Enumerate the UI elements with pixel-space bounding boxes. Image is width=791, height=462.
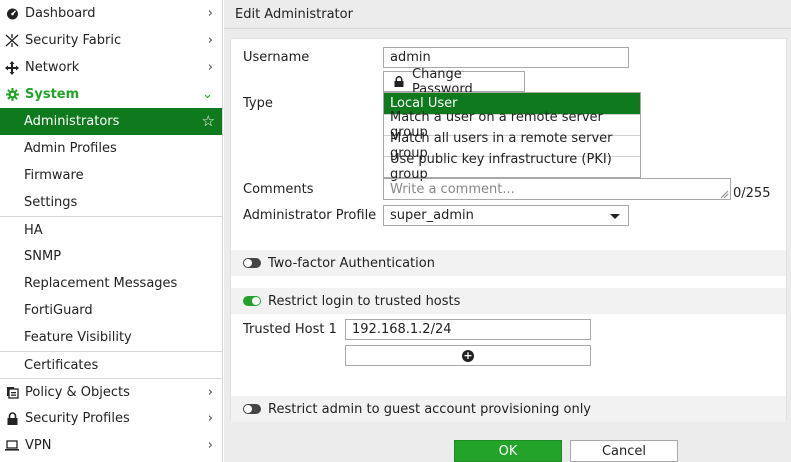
sidebar-item-label: HA	[24, 222, 43, 238]
chevron-right-icon: ›	[207, 6, 213, 21]
chevron-right-icon: ›	[207, 33, 213, 48]
network-icon	[5, 60, 19, 75]
sidebar-item-label: Security Fabric	[25, 33, 122, 48]
username-label: Username	[243, 50, 310, 65]
sidebar-item-admin-profiles[interactable]: Admin Profiles	[0, 135, 222, 162]
change-password-button[interactable]: Change Password	[383, 67, 525, 97]
resize-handle-icon[interactable]	[719, 188, 729, 199]
sidebar-item-network[interactable]: Network ›	[0, 54, 222, 81]
sidebar-item-label: VPN	[25, 438, 52, 453]
restrict-guest-toggle[interactable]	[243, 404, 261, 414]
sidebar-item-security-profiles[interactable]: Security Profiles ›	[0, 405, 222, 432]
username-input[interactable]: admin	[383, 47, 629, 68]
sidebar-item-label: Settings	[24, 195, 78, 210]
trusted-host-label: Trusted Host 1	[243, 322, 337, 337]
sidebar-item-policy-objects[interactable]: Policy & Objects ›	[0, 378, 222, 405]
admin-profile-label: Administrator Profile	[243, 208, 377, 223]
two-factor-toggle[interactable]	[243, 258, 261, 268]
sidebar-item-label: Replacement Messages	[24, 276, 178, 291]
chevron-right-icon: ›	[207, 385, 213, 400]
sidebar-item-fortiguard[interactable]: FortiGuard	[0, 297, 222, 324]
add-trusted-host-button[interactable]: +	[345, 345, 591, 366]
admin-profile-value: super_admin	[390, 208, 474, 223]
sidebar-item-label: Firmware	[24, 168, 84, 183]
lock-icon	[394, 76, 404, 87]
sidebar-item-label: Security Profiles	[25, 411, 130, 426]
comments-placeholder: Write a comment...	[390, 181, 515, 197]
main-content: Edit Administrator Username admin Change…	[224, 0, 791, 462]
restrict-login-section: Restrict login to trusted hosts	[231, 288, 786, 314]
sidebar-item-label: Certificates	[24, 357, 99, 373]
two-factor-label: Two-factor Authentication	[268, 255, 435, 271]
restrict-login-label: Restrict login to trusted hosts	[268, 293, 461, 309]
sidebar-item-settings[interactable]: Settings	[0, 189, 222, 216]
laptop-icon	[5, 439, 19, 452]
chevron-right-icon: ›	[207, 411, 213, 426]
two-factor-section: Two-factor Authentication	[231, 250, 786, 276]
edit-admin-form: Username admin Change Password Type Loca…	[230, 38, 787, 422]
restrict-guest-label: Restrict admin to guest account provisio…	[268, 401, 591, 417]
sidebar-item-snmp[interactable]: SNMP	[0, 243, 222, 270]
sidebar-item-replacement-messages[interactable]: Replacement Messages	[0, 270, 222, 297]
ok-button[interactable]: OK	[454, 440, 562, 462]
sidebar-item-vpn[interactable]: VPN ›	[0, 432, 222, 459]
sidebar-item-ha[interactable]: HA	[0, 216, 222, 243]
dashboard-icon	[5, 7, 19, 20]
admin-profile-select[interactable]: super_admin	[383, 205, 629, 226]
sidebar-item-dashboard[interactable]: Dashboard ›	[0, 0, 222, 27]
sidebar-item-feature-visibility[interactable]: Feature Visibility	[0, 324, 222, 351]
type-label: Type	[243, 96, 273, 111]
sidebar-item-label: SNMP	[24, 249, 62, 264]
restrict-login-toggle[interactable]	[243, 296, 261, 306]
comments-textarea[interactable]: Write a comment...	[383, 178, 731, 200]
sidebar-item-label: System	[25, 87, 80, 102]
sidebar-item-label: Feature Visibility	[24, 330, 132, 345]
page-title: Edit Administrator	[224, 0, 791, 29]
sidebar-item-label: Dashboard	[25, 6, 96, 21]
lock-icon	[5, 412, 19, 425]
sidebar: Dashboard › Security Fabric › Network › …	[0, 0, 223, 462]
sidebar-item-administrators[interactable]: Administrators ☆	[0, 108, 222, 135]
sidebar-item-label: FortiGuard	[24, 303, 93, 318]
chevron-right-icon: ›	[207, 438, 213, 453]
trusted-host-input[interactable]: 192.168.1.2/24	[345, 319, 591, 340]
sidebar-item-system[interactable]: System ⌄	[0, 81, 222, 108]
security-fabric-icon	[5, 34, 19, 47]
sidebar-item-firmware[interactable]: Firmware	[0, 162, 222, 189]
sidebar-item-certificates[interactable]: Certificates	[0, 351, 222, 378]
star-icon[interactable]: ☆	[202, 112, 215, 130]
comments-counter: 0/255	[733, 186, 771, 201]
type-option-pki-group[interactable]: Use public key infrastructure (PKI) grou…	[384, 152, 640, 182]
restrict-guest-section: Restrict admin to guest account provisio…	[231, 396, 786, 422]
sidebar-item-label: Administrators	[24, 114, 120, 129]
sidebar-item-label: Network	[25, 60, 80, 75]
sidebar-item-security-fabric[interactable]: Security Fabric ›	[0, 27, 222, 54]
dropdown-caret-icon	[610, 214, 620, 219]
policy-icon	[5, 386, 19, 399]
gear-icon	[5, 88, 19, 101]
cancel-button[interactable]: Cancel	[570, 440, 678, 462]
comments-label: Comments	[243, 182, 314, 197]
chevron-down-icon: ⌄	[202, 87, 213, 102]
chevron-right-icon: ›	[207, 60, 213, 75]
sidebar-item-label: Policy & Objects	[25, 384, 130, 400]
sidebar-item-label: Admin Profiles	[24, 141, 117, 156]
plus-circle-icon: +	[462, 348, 474, 362]
type-selector: Local User Match a user on a remote serv…	[383, 92, 641, 182]
